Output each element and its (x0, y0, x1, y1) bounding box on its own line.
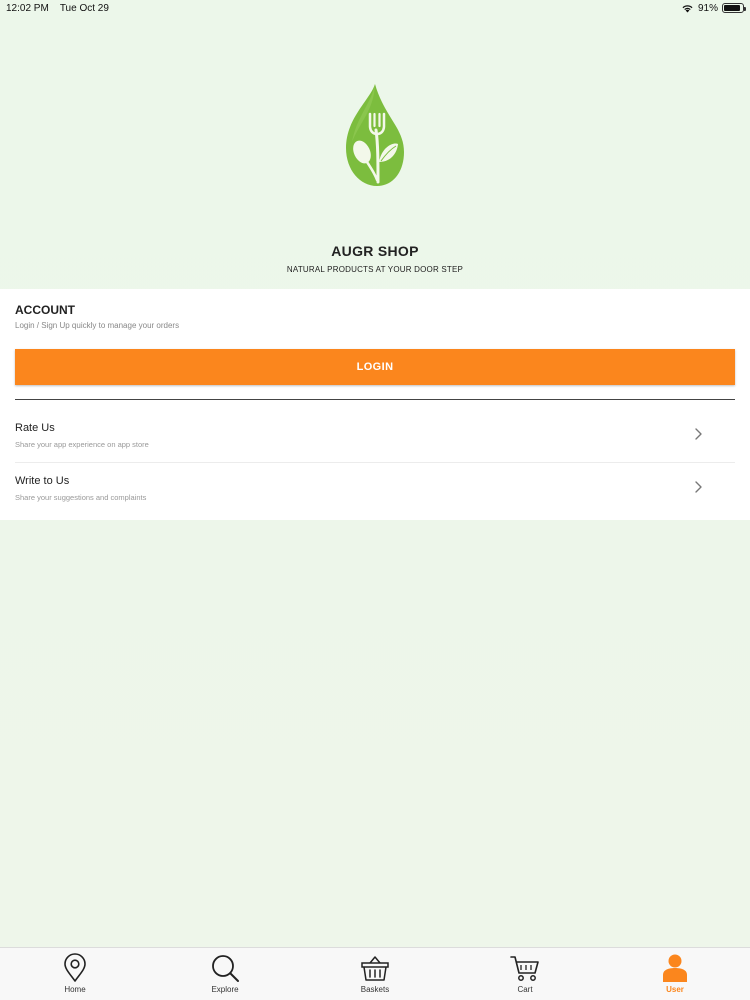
brand-tagline: NATURAL PRODUCTS AT YOUR DOOR STEP (286, 265, 464, 274)
screen: 12:02 PM Tue Oct 29 91% AUGR SHOP NATURA… (0, 0, 750, 1000)
menu-item-title: Rate Us (15, 422, 55, 434)
tab-home[interactable]: Home (0, 948, 150, 1000)
battery-level (724, 5, 741, 11)
tab-label: Cart (517, 985, 533, 994)
tab-label: Home (64, 985, 86, 994)
map-pin-icon (64, 953, 86, 982)
menu-item-write-to-us[interactable]: Write to Us Share your suggestions and c… (0, 463, 750, 515)
chevron-right-icon (695, 481, 702, 493)
brand-name: AUGR SHOP (331, 243, 419, 259)
leaf-fork-logo (340, 82, 410, 192)
divider (15, 399, 735, 400)
battery-percent: 91% (697, 2, 718, 14)
tab-baskets[interactable]: Baskets (300, 948, 450, 1000)
account-title: ACCOUNT (15, 303, 75, 317)
tab-bar: Home Explore Baskets Cart User (0, 947, 750, 1000)
status-bar: 12:02 PM Tue Oct 29 91% (0, 0, 750, 16)
status-right: 91% (681, 2, 746, 14)
tab-label: Explore (211, 985, 239, 994)
basket-icon (361, 956, 389, 981)
brand-header: AUGR SHOP NATURAL PRODUCTS AT YOUR DOOR … (0, 16, 750, 289)
menu-item-rate-us[interactable]: Rate Us Share your app experience on app… (0, 410, 750, 462)
menu-item-subtitle: Share your app experience on app store (15, 440, 149, 449)
tab-label: Baskets (360, 985, 390, 994)
cart-icon (510, 956, 539, 981)
user-icon (663, 954, 687, 982)
tab-cart[interactable]: Cart (450, 948, 600, 1000)
tab-label: User (666, 985, 684, 994)
battery-icon (722, 3, 746, 13)
chevron-right-icon (695, 428, 702, 440)
wifi-icon (682, 5, 693, 13)
account-subtitle: Login / Sign Up quickly to manage your o… (15, 321, 180, 330)
status-time: 12:02 PM (6, 2, 49, 14)
tab-explore[interactable]: Explore (150, 948, 300, 1000)
login-button[interactable]: LOGIN (15, 349, 735, 385)
tab-user[interactable]: User (600, 948, 750, 1000)
status-date: Tue Oct 29 (59, 2, 109, 14)
search-icon (212, 955, 239, 982)
menu-item-subtitle: Share your suggestions and complaints (15, 493, 147, 502)
menu-item-title: Write to Us (15, 475, 70, 487)
account-panel: ACCOUNT Login / Sign Up quickly to manag… (0, 289, 750, 520)
